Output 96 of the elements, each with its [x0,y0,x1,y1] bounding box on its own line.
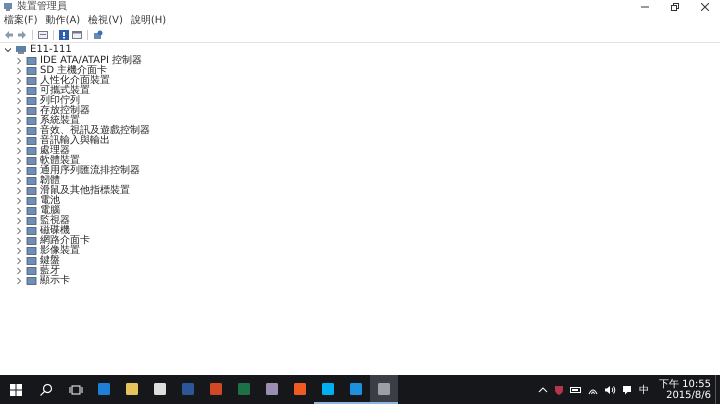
tree-item[interactable]: SD 主機介面卡 [40,66,108,76]
chevron-icon[interactable] [15,176,23,184]
tree-item[interactable]: 列印佇列 [40,96,80,106]
device-icon [26,166,37,176]
notification-icon[interactable] [622,384,632,394]
device-icon [26,136,37,146]
device-icon [26,196,37,206]
device-icon [26,76,37,86]
chevron-icon[interactable] [15,96,23,104]
battery-icon[interactable] [570,384,582,394]
window-title: 裝置管理員 [17,1,67,13]
chevron-icon[interactable] [15,196,23,204]
tree-item[interactable]: 通用序列匯流排控制器 [40,166,140,176]
device-icon [26,236,37,246]
tree-item[interactable]: E11-111 [30,45,72,55]
chevron-icon[interactable] [15,246,23,254]
shield-icon[interactable] [554,384,564,394]
tree-item[interactable]: 存放控制器 [40,106,90,116]
chevron-icon[interactable] [15,226,23,234]
device-icon [26,106,37,116]
menu-item[interactable]: 檢視(V) [88,14,123,26]
tree-item[interactable]: 藍牙 [40,266,60,276]
chevron-icon[interactable] [15,136,23,144]
device-icon [26,96,37,106]
properties-icon[interactable] [38,30,48,40]
chevron-up-icon[interactable] [538,384,548,394]
tree-item[interactable]: 鍵盤 [40,256,60,266]
chevron-icon[interactable] [15,186,23,194]
tree-item[interactable]: 可攜式裝置 [40,86,90,96]
chevron-icon[interactable] [15,106,23,114]
tree-item[interactable]: 人性化介面裝置 [40,76,110,86]
tree-item[interactable]: 韌體 [40,176,60,186]
scan-hardware-icon[interactable] [93,30,103,40]
chevron-icon[interactable] [15,126,23,134]
tree-item[interactable]: 顯示卡 [40,276,70,286]
chevron-icon[interactable] [15,256,23,264]
chevron-icon[interactable] [15,236,23,244]
search-icon[interactable] [38,382,54,398]
device-icon [26,116,37,126]
menu-item[interactable]: 說明(H) [130,14,166,26]
windows-start-icon[interactable] [8,382,24,398]
tree-item[interactable]: 電腦 [40,206,60,216]
chevron-icon[interactable] [15,156,23,164]
tree-item[interactable]: 電池 [40,196,60,206]
chevron-icon[interactable] [15,266,23,274]
device-icon [26,266,37,276]
chevron-icon[interactable] [15,76,23,84]
device-icon [26,206,37,216]
device-icon [26,146,37,156]
computer-icon [15,45,27,55]
device-icon [26,56,37,66]
menu-item[interactable]: 動作(A) [46,14,80,26]
device-icon [26,226,37,236]
help-icon[interactable] [59,30,69,40]
window-icon[interactable] [72,30,82,40]
forward-arrow-icon[interactable] [17,30,27,40]
device-icon [26,246,37,256]
device-icon [26,86,37,96]
tree-item[interactable]: IDE ATA/ATAPI 控制器 [40,56,142,66]
chevron-icon[interactable] [15,146,23,154]
chevron-icon[interactable] [4,46,12,54]
chevron-icon[interactable] [15,206,23,214]
menu-item[interactable]: 檔案(F) [4,14,38,26]
chevron-icon[interactable] [15,276,23,284]
device-icon [26,256,37,266]
device-icon [26,126,37,136]
tree-item[interactable]: 影像裝置 [40,246,80,256]
device-icon [26,66,37,76]
speaker-icon[interactable] [604,384,616,394]
chevron-icon[interactable] [15,86,23,94]
tree-item[interactable]: 滑鼠及其他指標裝置 [40,186,130,196]
close-icon[interactable] [701,3,709,11]
tree-item[interactable]: 磁碟機 [40,226,70,236]
clock-time[interactable]: 下午 10:55 [659,378,711,390]
device-icon [26,276,37,286]
tree-item[interactable]: 軟體裝置 [40,156,80,166]
restore-icon[interactable] [671,3,679,11]
tree-item[interactable]: 處理器 [40,146,70,156]
tree-item[interactable]: 系統裝置 [40,116,80,126]
clock-date[interactable]: 2015/8/6 [666,390,711,400]
tree-item[interactable]: 音訊輸入與輸出 [40,136,110,146]
tree-item[interactable]: 監視器 [40,216,70,226]
chevron-icon[interactable] [15,56,23,64]
tree-item[interactable]: 音效、視訊及遊戲控制器 [40,126,150,136]
back-arrow-icon[interactable] [4,30,14,40]
input-method-indicator[interactable]: 中 [639,382,649,396]
chevron-icon[interactable] [15,216,23,224]
chevron-icon[interactable] [15,66,23,74]
device-icon [26,176,37,186]
tree-item[interactable]: 網路介面卡 [40,236,90,246]
computer-icon [3,2,13,12]
chevron-icon[interactable] [15,116,23,124]
device-icon [26,186,37,196]
device-icon [26,156,37,166]
chevron-icon[interactable] [15,166,23,174]
device-icon [26,216,37,226]
